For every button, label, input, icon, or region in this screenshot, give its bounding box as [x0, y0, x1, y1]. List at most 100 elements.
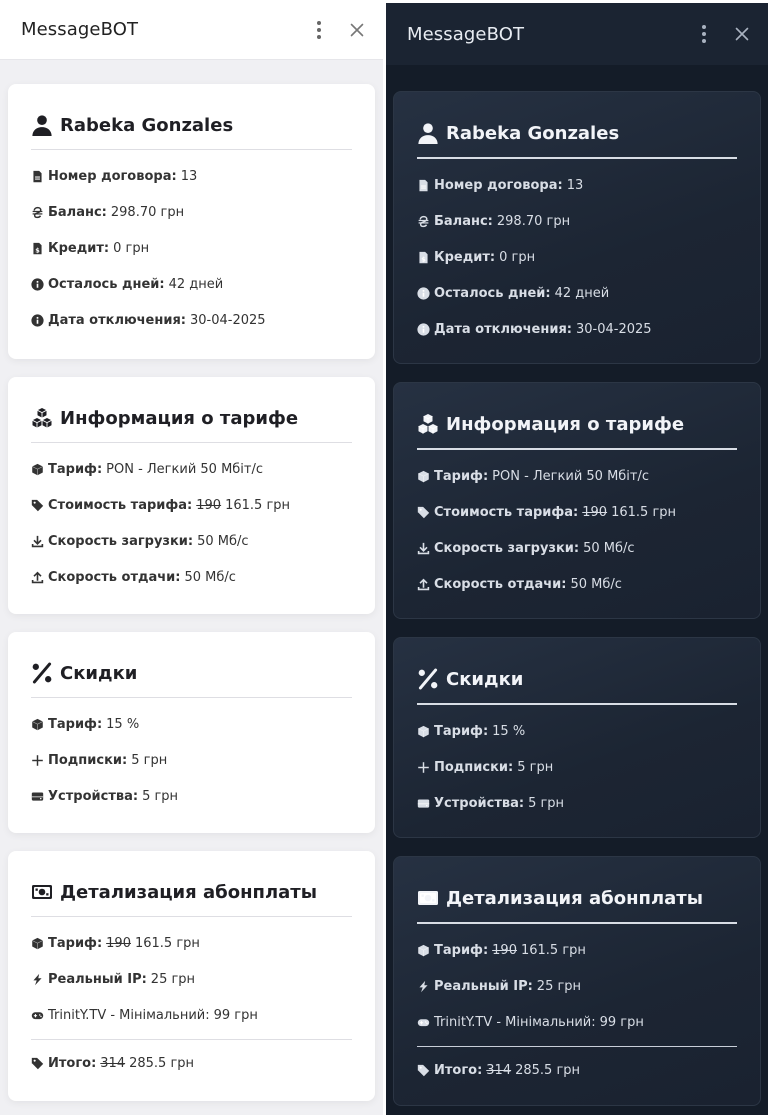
card-title-fee: Детализация абонплаты — [31, 873, 352, 917]
row-tariff: Тариф: PON - Легкий 50 Мбіт/с — [417, 458, 737, 494]
row-discount-subs: Подписки: 5 грн — [417, 749, 737, 785]
close-icon[interactable] — [734, 26, 750, 42]
download-icon — [31, 535, 44, 548]
cubes-icon — [417, 413, 439, 435]
close-icon[interactable] — [349, 22, 365, 38]
tariff-card: Информация о тарифе Тариф: PON - Легкий 5… — [8, 377, 375, 614]
money-bill-icon — [31, 881, 53, 903]
document-icon — [31, 170, 44, 183]
fee-details-card: Детализация абонплаты Тариф: 190 161.5 грн… — [393, 856, 761, 1106]
cube-icon — [417, 470, 430, 483]
row-upload-speed: Скорость отдачи: 50 Мб/с — [417, 566, 737, 602]
row-contract: Номер договора: 13 — [417, 167, 737, 203]
user-icon — [31, 114, 53, 136]
cubes-icon — [31, 407, 53, 429]
row-discount-subs: Подписки: 5 грн — [31, 742, 352, 778]
row-discount-tariff: Тариф: 15 % — [31, 706, 352, 742]
discounts-card: Скидки Тариф: 15 % Подписки: 5 грн Устройс… — [8, 632, 375, 833]
info-icon — [417, 323, 430, 336]
row-balance: Баланс: 298.70 грн — [31, 194, 352, 230]
tag-icon — [417, 506, 430, 519]
row-fee-tariff: Тариф: 190 161.5 грн — [417, 932, 737, 968]
card-title-tariff: Информация о тарифе — [31, 399, 352, 443]
kebab-menu-icon[interactable] — [696, 23, 712, 45]
card-title-subscriber: Rabeka Gonzales — [417, 114, 737, 159]
tag-icon — [417, 1064, 430, 1077]
info-icon — [31, 278, 44, 291]
row-off-date: Дата отключения: 30-04-2025 — [31, 302, 352, 338]
gamepad-icon — [31, 1009, 44, 1022]
subscriber-name: Rabeka Gonzales — [446, 122, 620, 144]
hryvnia-icon — [31, 206, 44, 219]
tag-icon — [31, 499, 44, 512]
cube-icon — [31, 937, 44, 950]
row-tariff-price: Стоимость тарифа: 190 161.5 грн — [417, 494, 737, 530]
row-days-left: Осталось дней: 42 дней — [31, 266, 352, 302]
row-download-speed: Скорость загрузки: 50 Мб/с — [417, 530, 737, 566]
row-contract: Номер договора: 13 — [31, 158, 352, 194]
dark-theme-panel: MessageBOT Rabeka Gonzales Номер договор… — [386, 3, 768, 1115]
row-fee-ip: Реальный IP: 25 грн — [31, 961, 352, 997]
info-icon — [417, 287, 430, 300]
fee-details-card: Детализация абонплаты Тариф: 190 161.5 грн… — [8, 851, 375, 1101]
card-title-discounts: Скидки — [417, 660, 737, 705]
kebab-menu-icon[interactable] — [311, 19, 327, 41]
percent-icon — [31, 662, 53, 684]
download-icon — [417, 542, 430, 555]
cube-icon — [31, 718, 44, 731]
hryvnia-icon — [417, 215, 430, 228]
row-fee-ip: Реальный IP: 25 грн — [417, 968, 737, 1004]
card-title-discounts: Скидки — [31, 654, 352, 698]
row-tariff-price: Стоимость тарифа: 190 161.5 грн — [31, 487, 352, 523]
row-days-left: Осталось дней: 42 дней — [417, 275, 737, 311]
upload-icon — [417, 578, 430, 591]
row-tariff: Тариф: PON - Легкий 50 Мбіт/с — [31, 451, 352, 487]
row-balance: Баланс: 298.70 грн — [417, 203, 737, 239]
app-title: MessageBOT — [21, 19, 139, 40]
cube-icon — [417, 725, 430, 738]
percent-icon — [417, 668, 439, 690]
tag-icon — [31, 1057, 44, 1070]
gamepad-icon — [417, 1016, 430, 1029]
row-discount-devices: Устройства: 5 грн — [31, 778, 352, 814]
tariff-card: Информация о тарифе Тариф: PON - Легкий 5… — [393, 382, 761, 619]
upload-icon — [31, 571, 44, 584]
bolt-icon — [31, 973, 44, 986]
row-off-date: Дата отключения: 30-04-2025 — [417, 311, 737, 347]
row-upload-speed: Скорость отдачи: 50 Мб/с — [31, 559, 352, 595]
subscriber-card: Rabeka Gonzales Номер договора: 13 Баланс… — [8, 84, 375, 359]
header-actions — [696, 3, 750, 65]
row-fee-total: Итого: 314 285.5 грн — [417, 1046, 737, 1094]
bolt-icon — [417, 980, 430, 993]
plus-icon — [417, 761, 430, 774]
document-icon — [417, 179, 430, 192]
light-theme-panel: MessageBOT Rabeka Gonzales Номер договор… — [0, 0, 383, 1115]
discounts-card: Скидки Тариф: 15 % Подписки: 5 грн Устройс… — [393, 637, 761, 838]
row-discount-tariff: Тариф: 15 % — [417, 713, 737, 749]
row-fee-total: Итого: 314 285.5 грн — [31, 1039, 352, 1087]
money-bill-icon — [417, 887, 439, 909]
row-fee-tv: TrinitY.TV - Мінімальний: 99 грн — [417, 1004, 737, 1040]
subscriber-card: Rabeka Gonzales Номер договора: 13 Баланс… — [393, 91, 761, 364]
row-credit: Кредит: 0 грн — [31, 230, 352, 266]
row-discount-devices: Устройства: 5 грн — [417, 785, 737, 821]
app-header: MessageBOT — [0, 0, 383, 60]
card-title-subscriber: Rabeka Gonzales — [31, 106, 352, 150]
row-fee-tv: TrinitY.TV - Мінімальний: 99 грн — [31, 997, 352, 1033]
invoice-icon — [31, 242, 44, 255]
row-fee-tariff: Тариф: 190 161.5 грн — [31, 925, 352, 961]
hdd-icon — [31, 790, 44, 803]
header-actions — [311, 0, 365, 59]
user-icon — [417, 122, 439, 144]
cube-icon — [417, 944, 430, 957]
invoice-icon — [417, 251, 430, 264]
row-credit: Кредит: 0 грн — [417, 239, 737, 275]
cube-icon — [31, 463, 44, 476]
app-header: MessageBOT — [386, 3, 768, 65]
card-title-tariff: Информация о тарифе — [417, 405, 737, 450]
hdd-icon — [417, 797, 430, 810]
row-download-speed: Скорость загрузки: 50 Мб/с — [31, 523, 352, 559]
card-title-fee: Детализация абонплаты — [417, 879, 737, 924]
app-title: MessageBOT — [407, 23, 525, 45]
info-icon — [31, 314, 44, 327]
